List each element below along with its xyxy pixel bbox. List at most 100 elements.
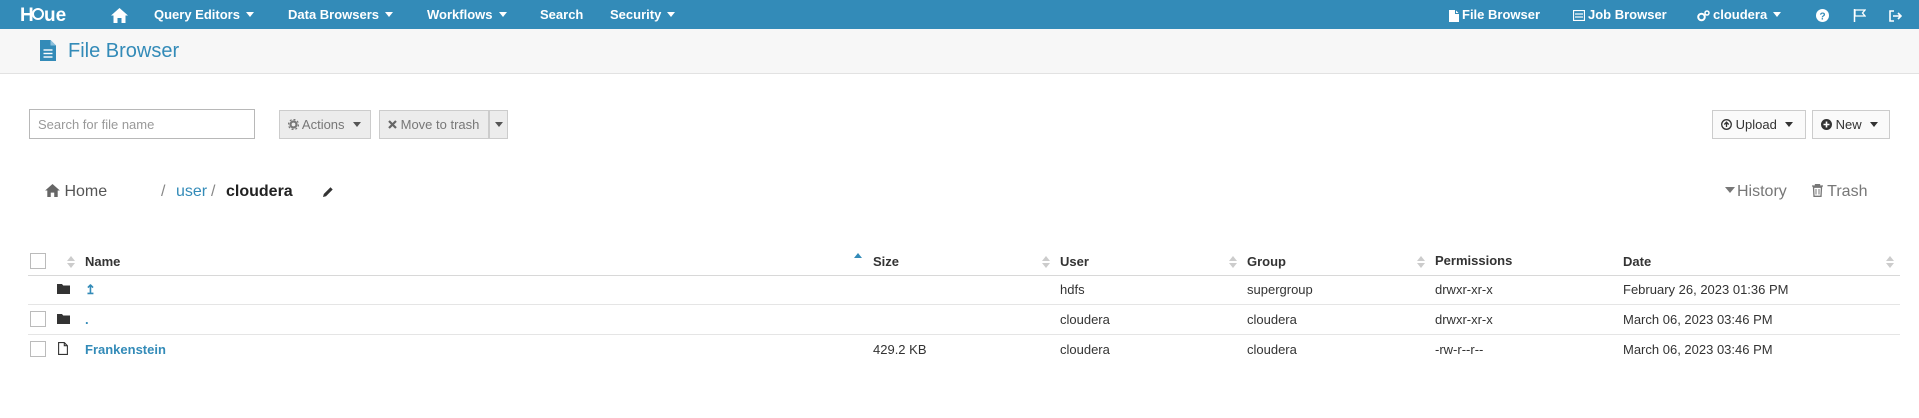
file-group: supergroup xyxy=(1247,282,1313,297)
trash-label: Trash xyxy=(1827,183,1868,200)
file-name-link[interactable]: ↥ xyxy=(85,275,96,304)
nav-workflows[interactable]: Workflows xyxy=(427,0,507,29)
trash-button[interactable]: Trash xyxy=(1812,183,1867,201)
table-row[interactable]: Frankenstein 429.2 KB cloudera cloudera … xyxy=(28,335,1900,364)
file-user: hdfs xyxy=(1060,282,1085,297)
breadcrumb-separator: / xyxy=(161,183,166,200)
caret-down-icon xyxy=(1725,187,1735,193)
trash-icon xyxy=(1812,184,1823,197)
file-permissions: drwxr-xr-x xyxy=(1435,282,1493,297)
file-permissions: -rw-r--r-- xyxy=(1435,342,1484,357)
actions-label: Actions xyxy=(301,117,345,132)
select-all-checkbox[interactable] xyxy=(30,253,46,269)
sort-icon[interactable] xyxy=(1886,256,1894,268)
nav-security[interactable]: Security xyxy=(610,0,676,29)
sign-out-icon xyxy=(1889,9,1902,22)
actions-button[interactable]: Actions xyxy=(279,110,371,139)
chevron-down-icon xyxy=(667,12,676,17)
nav-label: Security xyxy=(610,7,662,22)
pencil-icon xyxy=(323,187,333,197)
edit-path-button[interactable] xyxy=(322,185,334,203)
row-checkbox[interactable] xyxy=(30,311,46,327)
history-label: History xyxy=(1737,183,1787,200)
breadcrumb-current: cloudera xyxy=(226,183,293,200)
file-group: cloudera xyxy=(1247,312,1297,327)
file-icon xyxy=(58,342,68,355)
file-date: March 06, 2023 03:46 PM xyxy=(1623,312,1773,327)
table-row[interactable]: . cloudera cloudera drwxr-xr-x March 06,… xyxy=(28,305,1900,335)
folder-icon xyxy=(57,284,70,294)
upload-button[interactable]: Upload xyxy=(1712,110,1806,139)
job-browser-label: Job Browser xyxy=(1588,7,1667,22)
file-name-link[interactable]: Frankenstein xyxy=(85,335,166,364)
table-row[interactable]: ↥ hdfs supergroup drwxr-xr-x February 26… xyxy=(28,275,1900,305)
history-button[interactable]: History xyxy=(1725,183,1787,201)
flag-icon xyxy=(1853,9,1866,23)
chevron-down-icon xyxy=(245,12,254,17)
nav-search[interactable]: Search xyxy=(540,0,583,29)
sort-asc-icon[interactable] xyxy=(854,253,862,265)
file-group: cloudera xyxy=(1247,342,1297,357)
chevron-down-icon xyxy=(1773,12,1782,17)
column-header-group[interactable]: Group xyxy=(1247,247,1286,276)
breadcrumb-home-label: Home xyxy=(64,183,108,200)
plus-circle-icon xyxy=(1821,119,1832,130)
top-navbar: H ue Query Editors Data Browsers Workflo… xyxy=(0,0,1919,29)
nav-label: Query Editors xyxy=(154,7,240,22)
upload-icon xyxy=(1721,119,1732,130)
svg-text:ue: ue xyxy=(44,5,66,26)
svg-text:H: H xyxy=(20,5,33,26)
nav-label: Data Browsers xyxy=(288,7,380,22)
file-icon xyxy=(1449,9,1459,22)
upload-label: Upload xyxy=(1735,117,1777,132)
hue-logo[interactable]: H ue xyxy=(20,4,78,26)
search-input[interactable] xyxy=(29,109,255,139)
cogs-icon xyxy=(1697,9,1710,21)
column-header-name[interactable]: Name xyxy=(85,247,120,276)
nav-label: Search xyxy=(540,7,584,22)
column-header-size[interactable]: Size xyxy=(873,247,899,276)
svg-text:?: ? xyxy=(1819,12,1825,23)
chevron-down-icon xyxy=(1869,122,1878,127)
column-header-user[interactable]: User xyxy=(1060,247,1089,276)
sort-icon[interactable] xyxy=(1042,256,1050,268)
home-nav-button[interactable] xyxy=(111,0,128,29)
tour-button[interactable] xyxy=(1853,0,1866,29)
job-browser-link[interactable]: Job Browser xyxy=(1573,0,1667,29)
nav-label: Workflows xyxy=(427,7,493,22)
nav-query-editors[interactable]: Query Editors xyxy=(154,0,254,29)
file-browser-link[interactable]: File Browser xyxy=(1449,0,1540,29)
row-checkbox[interactable] xyxy=(30,341,46,357)
move-to-trash-button[interactable]: Move to trash xyxy=(379,110,489,139)
file-size: 429.2 KB xyxy=(873,342,927,357)
user-name: cloudera xyxy=(1713,7,1768,22)
help-button[interactable]: ? xyxy=(1816,0,1829,29)
breadcrumb-separator: / xyxy=(211,183,216,200)
home-icon xyxy=(111,8,128,24)
file-date: February 26, 2023 01:36 PM xyxy=(1623,282,1789,297)
page-title: File Browser xyxy=(68,40,180,62)
gear-icon xyxy=(287,118,300,131)
new-label: New xyxy=(1835,117,1862,132)
question-icon: ? xyxy=(1816,9,1829,23)
breadcrumb-home[interactable]: Home xyxy=(45,183,107,201)
sort-icon[interactable] xyxy=(1229,256,1237,268)
column-header-permissions[interactable]: Permissions xyxy=(1435,246,1512,275)
file-browser-label: File Browser xyxy=(1462,7,1541,22)
file-user: cloudera xyxy=(1060,312,1110,327)
user-menu[interactable]: cloudera xyxy=(1697,0,1782,29)
list-icon xyxy=(1573,10,1585,22)
column-header-date[interactable]: Date xyxy=(1623,247,1651,276)
document-icon xyxy=(40,40,56,61)
nav-data-browsers[interactable]: Data Browsers xyxy=(288,0,394,29)
breadcrumb-user[interactable]: user xyxy=(176,183,207,201)
sort-icon[interactable] xyxy=(67,256,75,268)
new-button[interactable]: New xyxy=(1812,110,1890,139)
logout-button[interactable] xyxy=(1889,0,1902,29)
chevron-down-icon xyxy=(495,122,503,127)
sort-icon[interactable] xyxy=(1417,256,1425,268)
file-name-link[interactable]: . xyxy=(85,305,89,334)
close-icon xyxy=(388,120,397,129)
chevron-down-icon xyxy=(385,12,394,17)
trash-options-dropdown[interactable] xyxy=(489,110,508,139)
